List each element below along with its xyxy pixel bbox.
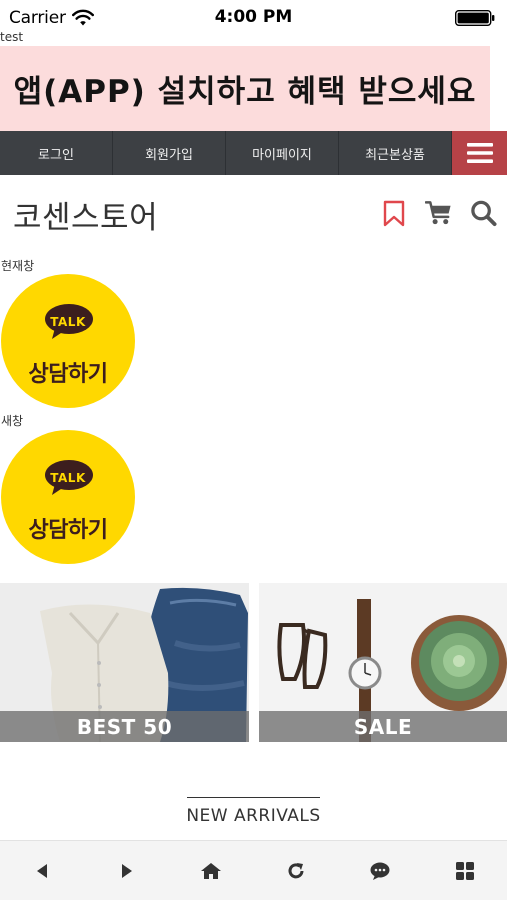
nav-mypage[interactable]: 마이페이지: [226, 131, 339, 175]
sale-banner[interactable]: SALE: [259, 583, 507, 742]
search-button[interactable]: [470, 198, 497, 228]
talk-label-new-window: 새창: [1, 414, 24, 428]
status-bar: Carrier 4:00 PM: [0, 0, 507, 36]
chat-icon: [370, 862, 390, 880]
back-button[interactable]: [22, 851, 62, 891]
back-icon: [37, 863, 48, 878]
home-icon: [201, 862, 222, 879]
sale-caption: SALE: [259, 711, 507, 742]
grid-menu-button[interactable]: [445, 851, 485, 891]
cart-icon: [425, 201, 451, 225]
grid-icon: [455, 861, 474, 880]
talk-caption: 상담하기: [28, 362, 108, 387]
hamburger-icon: [466, 143, 493, 163]
chat-button[interactable]: [360, 851, 400, 891]
section-divider: [187, 797, 320, 798]
nav-login[interactable]: 로그인: [0, 131, 113, 175]
refresh-button[interactable]: [276, 851, 316, 891]
best-50-caption: BEST 50: [0, 711, 249, 742]
forward-icon: [121, 863, 132, 878]
talk-badge-text: TALK: [50, 471, 86, 485]
new-arrivals-title: NEW ARRIVALS: [186, 806, 321, 826]
app-banner-text: 앱(APP) 설치하고 혜택 받으세요: [13, 74, 477, 110]
kakao-talk-consult-current[interactable]: TALK 상담하기: [1, 274, 135, 408]
home-button[interactable]: [191, 851, 231, 891]
best-50-banner[interactable]: BEST 50: [0, 583, 249, 742]
search-icon: [471, 200, 497, 227]
forward-button[interactable]: [107, 851, 147, 891]
page: Carrier 4:00 PM test 앱(APP) 설치하고 혜택 받으세요…: [0, 0, 507, 900]
refresh-icon: [288, 862, 304, 878]
talk-caption: 상담하기: [28, 518, 108, 543]
bookmark-icon: [383, 200, 404, 226]
talk-label-current: 현재창: [1, 259, 35, 273]
clock: 4:00 PM: [214, 7, 293, 27]
test-label: test: [0, 30, 24, 44]
kakao-talk-consult-new-window[interactable]: TALK 상담하기: [1, 430, 135, 564]
store-title[interactable]: 코센스토어: [13, 192, 158, 237]
app-install-banner[interactable]: 앱(APP) 설치하고 혜택 받으세요: [0, 46, 490, 131]
cart-button[interactable]: [425, 198, 452, 228]
header-icons: [380, 198, 497, 228]
menu-button[interactable]: [452, 131, 507, 175]
nav-join[interactable]: 회원가입: [113, 131, 226, 175]
top-nav: 로그인 회원가입 마이페이지 최근본상품: [0, 131, 507, 175]
talk-badge-text: TALK: [50, 315, 86, 329]
bottom-toolbar: [0, 840, 507, 900]
nav-recent-products[interactable]: 최근본상품: [339, 131, 452, 175]
bookmark-button[interactable]: [380, 198, 407, 228]
